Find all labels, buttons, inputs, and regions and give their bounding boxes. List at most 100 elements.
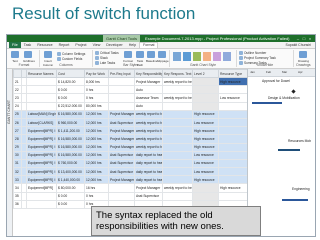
table-cell[interactable]: 12,000 hrs [84,126,109,136]
table-cell[interactable] [192,191,219,201]
table-cell[interactable]: $ 960,000.00 [56,117,85,128]
table-cell[interactable]: 35 [13,191,22,201]
tab-report[interactable]: Report [56,42,73,48]
table-cell[interactable] [192,85,219,95]
tab-developer[interactable]: Developer [103,42,125,48]
table-cell[interactable]: Equipment[MPR] / Lab [26,150,57,160]
gantt-bar[interactable] [282,199,308,201]
table-cell[interactable]: $ 16,580,000.00 [56,150,85,160]
table-cell[interactable]: 12,000 hrs [84,142,109,152]
table-cell[interactable] [162,101,193,111]
table-cell[interactable]: 32 [13,167,22,177]
table-cell[interactable]: Equipment[MPR] / Lab [26,158,57,169]
table-cell[interactable]: $ 14,820.00 [56,76,85,87]
table-cell[interactable]: Low resource [192,150,219,160]
table-row[interactable]: 23 $ 0.00 0 hrs Assessor Team weekly report … [13,93,248,103]
table-cell[interactable]: weekly report to head office [134,134,163,144]
table-cell[interactable] [218,101,248,111]
table-cell[interactable]: 29 [13,142,22,152]
table-cell[interactable] [162,109,193,119]
table-cell[interactable]: High resource [192,109,219,119]
table-cell[interactable] [162,191,193,201]
table-cell[interactable]: 12,000 hrs [84,167,109,177]
table-cell[interactable] [162,167,193,177]
table-cell[interactable]: 27 [13,126,22,136]
table-cell[interactable] [26,93,57,103]
table-row[interactable]: 28 Equipment[MPR] / Lab$ 16,580,000.0012,… [13,134,248,144]
table-cell[interactable]: Equipment[MPR] / Lab [26,167,57,177]
table-cell[interactable]: 24 [13,101,22,111]
table-cell[interactable] [218,126,248,136]
table-cell[interactable]: High resource [218,183,248,193]
table-cell[interactable]: $ 0.00 [56,191,85,201]
table-cell[interactable]: 12,000 hrs [84,117,109,128]
table-row[interactable]: 21 $ 14,820.00 8,000 hrs Project Manager wee… [13,76,248,87]
table-cell[interactable]: 36 [13,199,22,210]
critical-tasks-checkbox[interactable]: Critical Tasks [95,51,119,56]
table-cell[interactable] [162,175,193,185]
table-cell[interactable]: 12,000 hrs [84,175,109,185]
gantt-style-gallery[interactable] [173,52,231,61]
gridlines-button[interactable]: Gridlines [23,51,35,63]
table-cell[interactable]: 0 hrs [84,191,109,201]
table-row[interactable]: 27 Equipment[MPR] / Lab$ 1,411,200.0012,0… [13,126,248,136]
table-cell[interactable]: Asst Supervisor [134,191,163,201]
quick-access-toolbar[interactable] [10,36,38,49]
table-cell[interactable]: weekly report to head office [134,117,163,128]
table-cell[interactable]: Auto [134,101,163,111]
table-cell[interactable]: $ 1,411,200.00 [56,126,85,136]
table-cell[interactable] [162,134,193,144]
table-cell[interactable]: $ 760,000.00 [56,158,85,169]
gantt-bar[interactable] [252,102,282,104]
table-cell[interactable]: 26 [13,117,22,128]
table-cell[interactable] [162,150,193,160]
table-cell[interactable] [218,167,248,177]
table-cell[interactable] [192,101,219,111]
outline-number-checkbox[interactable]: Outline Number [239,51,266,56]
table-cell[interactable]: Labour[CLARKS] [26,117,57,128]
table-cell[interactable] [218,150,248,160]
table-cell[interactable]: Project Manager [108,126,135,136]
table-cell[interactable] [26,85,57,95]
table-cell[interactable]: Labour[MAN] Engineer [26,109,57,119]
table-cell[interactable]: weekly report to head office [162,183,193,193]
table-cell[interactable]: 28 [13,134,22,144]
table-cell[interactable]: Equipment[MPR] / Lab [26,175,57,185]
table-row[interactable]: 33 Equipment[MPR] / Lab$ 1,440,000.0012,0… [13,175,248,185]
tab-file[interactable]: File [9,42,21,48]
table-cell[interactable] [192,183,219,193]
table-row[interactable]: 24 $ 22,512.000.00 80,000 hrs Auto [13,101,248,111]
table-cell[interactable]: 0 hrs [84,85,109,95]
column-header[interactable]: Key Respons. Text [162,69,193,78]
table-cell[interactable]: Project Manager [108,134,135,144]
table-cell[interactable]: daily report to head office [134,158,163,169]
slack-checkbox[interactable]: Slack [95,56,108,61]
table-cell[interactable]: Project Manager [134,183,163,193]
tab-project[interactable]: Project [72,42,89,48]
table-cell[interactable]: daily report to head office [134,150,163,160]
table-cell[interactable]: 12,000 hrs [84,134,109,144]
table-cell[interactable] [26,191,57,201]
table-cell[interactable]: 23 [13,93,22,103]
table-cell[interactable] [26,199,57,210]
table-cell[interactable]: Project Manager [134,76,163,87]
table-cell[interactable]: weekly report to head office [134,126,163,136]
table-cell[interactable]: Assessor Team [134,93,163,103]
table-cell[interactable]: Asst Supervisor [108,158,135,169]
table-cell[interactable]: 30 [13,150,22,160]
table-cell[interactable]: daily report to head office [134,167,163,177]
table-cell[interactable]: daily report to head office [134,175,163,185]
table-cell[interactable] [162,126,193,136]
table-cell[interactable]: 34 [13,183,22,193]
table-cell[interactable]: Asst Supervisor [108,117,135,128]
table-cell[interactable] [108,101,135,111]
baseline-button[interactable]: Baseline [146,51,158,63]
tab-view[interactable]: View [90,42,104,48]
table-cell[interactable]: Equipment[MPR] / Lab [26,134,57,144]
table-cell[interactable]: 33 [13,175,22,185]
table-cell[interactable]: weekly report to head office, etc [162,76,193,87]
table-cell[interactable]: Equipment[MPR] / Lab [26,126,57,136]
table-cell[interactable]: $ 0.00 [56,199,85,210]
table-cell[interactable] [218,109,248,119]
table-row[interactable]: 30 Equipment[MPR] / Lab$ 16,580,000.0012,… [13,150,248,160]
